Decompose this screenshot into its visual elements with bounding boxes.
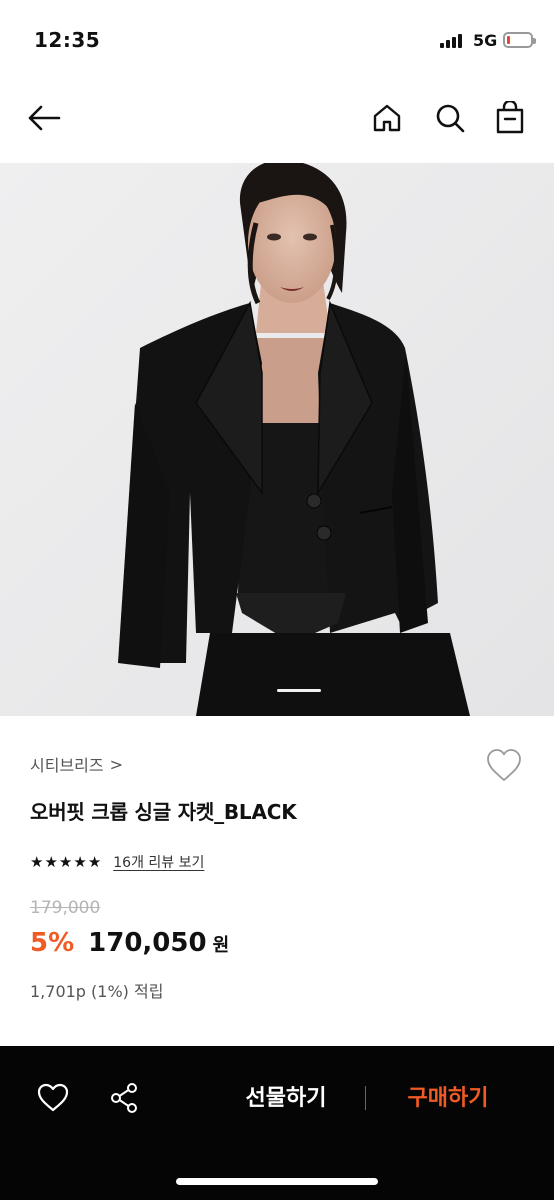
home-indicator <box>176 1178 378 1185</box>
star-icon: ★ <box>87 852 102 871</box>
rating-row: ★ ★ ★ ★ ★ 16개 리뷰 보기 <box>30 852 204 872</box>
share-button[interactable] <box>104 1078 144 1118</box>
star-icon: ★ <box>44 852 58 871</box>
sale-price: 170,050 <box>88 928 207 958</box>
cart-button[interactable] <box>492 98 528 138</box>
signal-icon <box>440 32 466 48</box>
star-icon: ★ <box>73 852 87 871</box>
rating-stars: ★ ★ ★ ★ ★ <box>30 852 102 871</box>
heart-outline-icon <box>487 749 521 781</box>
back-button[interactable] <box>26 98 62 138</box>
status-bar: 12:35 5G <box>0 0 554 80</box>
product-photo <box>0 163 554 716</box>
currency-label: 원 <box>212 935 230 956</box>
price-row: 5% 170,050 원 <box>30 928 229 958</box>
discount-rate: 5% <box>30 928 75 958</box>
reward-points: 1,701p (1%) 적립 <box>30 982 164 1001</box>
product-image-carousel[interactable] <box>0 163 554 716</box>
home-button[interactable] <box>369 98 405 138</box>
search-icon <box>436 104 465 133</box>
product-title: 오버핏 크롭 싱글 자켓_BLACK <box>30 800 297 824</box>
top-nav <box>0 88 554 148</box>
brand-name: 시티브리즈 <box>30 756 104 775</box>
battery-level <box>507 36 510 44</box>
star-icon: ★ <box>30 852 44 871</box>
search-button[interactable] <box>432 98 468 138</box>
wishlist-button[interactable] <box>484 746 524 786</box>
heart-icon <box>37 1083 69 1112</box>
gift-button[interactable]: 선물하기 <box>228 1080 344 1116</box>
carousel-indicator <box>277 689 321 692</box>
chevron-right-icon: > <box>109 754 124 774</box>
brand-link[interactable]: 시티브리즈 > <box>30 752 123 776</box>
status-time: 12:35 <box>34 28 101 52</box>
review-link[interactable]: 16개 리뷰 보기 <box>113 852 204 872</box>
shopping-bag-icon <box>496 101 524 134</box>
divider <box>365 1086 366 1110</box>
star-icon: ★ <box>58 852 73 871</box>
buy-button[interactable]: 구매하기 <box>388 1080 508 1116</box>
bottom-action-bar: 선물하기 구매하기 <box>0 1046 554 1200</box>
arrow-left-icon <box>28 105 61 131</box>
original-price: 179,000 <box>30 898 101 918</box>
wish-button[interactable] <box>33 1078 73 1118</box>
share-icon <box>111 1083 137 1113</box>
battery-icon <box>503 32 536 48</box>
home-icon <box>373 104 401 132</box>
network-label: 5G <box>473 31 498 50</box>
